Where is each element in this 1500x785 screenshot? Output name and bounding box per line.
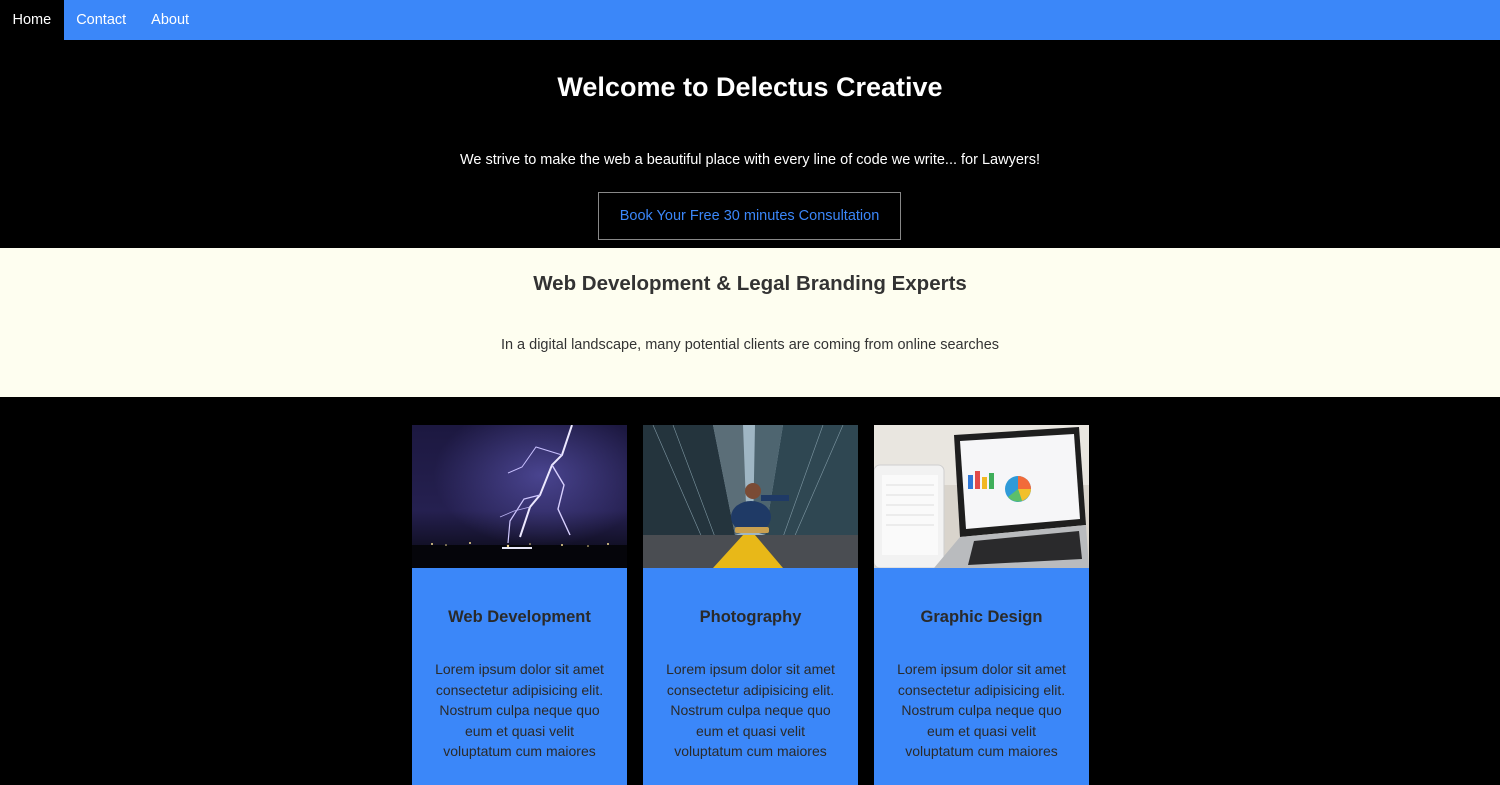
- nav-item-contact[interactable]: Contact: [64, 0, 139, 40]
- service-card-web-development: Web Development Lorem ipsum dolor sit am…: [412, 425, 627, 785]
- top-nav: Home Contact About: [0, 0, 1500, 40]
- services-section: Web Development Lorem ipsum dolor sit am…: [0, 397, 1500, 785]
- service-description: Lorem ipsum dolor sit amet consectetur a…: [897, 661, 1066, 759]
- service-description: Lorem ipsum dolor sit amet consectetur a…: [435, 661, 604, 759]
- service-description: Lorem ipsum dolor sit amet consectetur a…: [666, 661, 835, 759]
- laptop-tablet-charts-photo: [874, 425, 1089, 568]
- service-title: Graphic Design: [920, 608, 1043, 626]
- nav-item-home[interactable]: Home: [0, 0, 64, 40]
- service-title: Photography: [699, 608, 802, 626]
- service-card-graphic-design: Graphic Design Lorem ipsum dolor sit ame…: [874, 425, 1089, 785]
- branding-text: In a digital landscape, many potential c…: [500, 337, 1000, 353]
- nav-item-about[interactable]: About: [139, 0, 202, 40]
- book-consultation-button[interactable]: Book Your Free 30 minutes Consultation: [598, 192, 901, 240]
- hero-section: Welcome to Delectus Creative We strive t…: [0, 40, 1500, 248]
- branding-heading: Web Development & Legal Branding Experts: [533, 272, 967, 295]
- hero-tagline: We strive to make the web a beautiful pl…: [460, 152, 1040, 168]
- city-skateboarder-photo: [643, 425, 858, 568]
- lightning-storm-photo: [412, 425, 627, 568]
- service-title: Web Development: [448, 608, 591, 626]
- hero-title: Welcome to Delectus Creative: [557, 72, 943, 102]
- branding-section: Web Development & Legal Branding Experts…: [0, 248, 1500, 397]
- service-card-photography: Photography Lorem ipsum dolor sit amet c…: [643, 425, 858, 785]
